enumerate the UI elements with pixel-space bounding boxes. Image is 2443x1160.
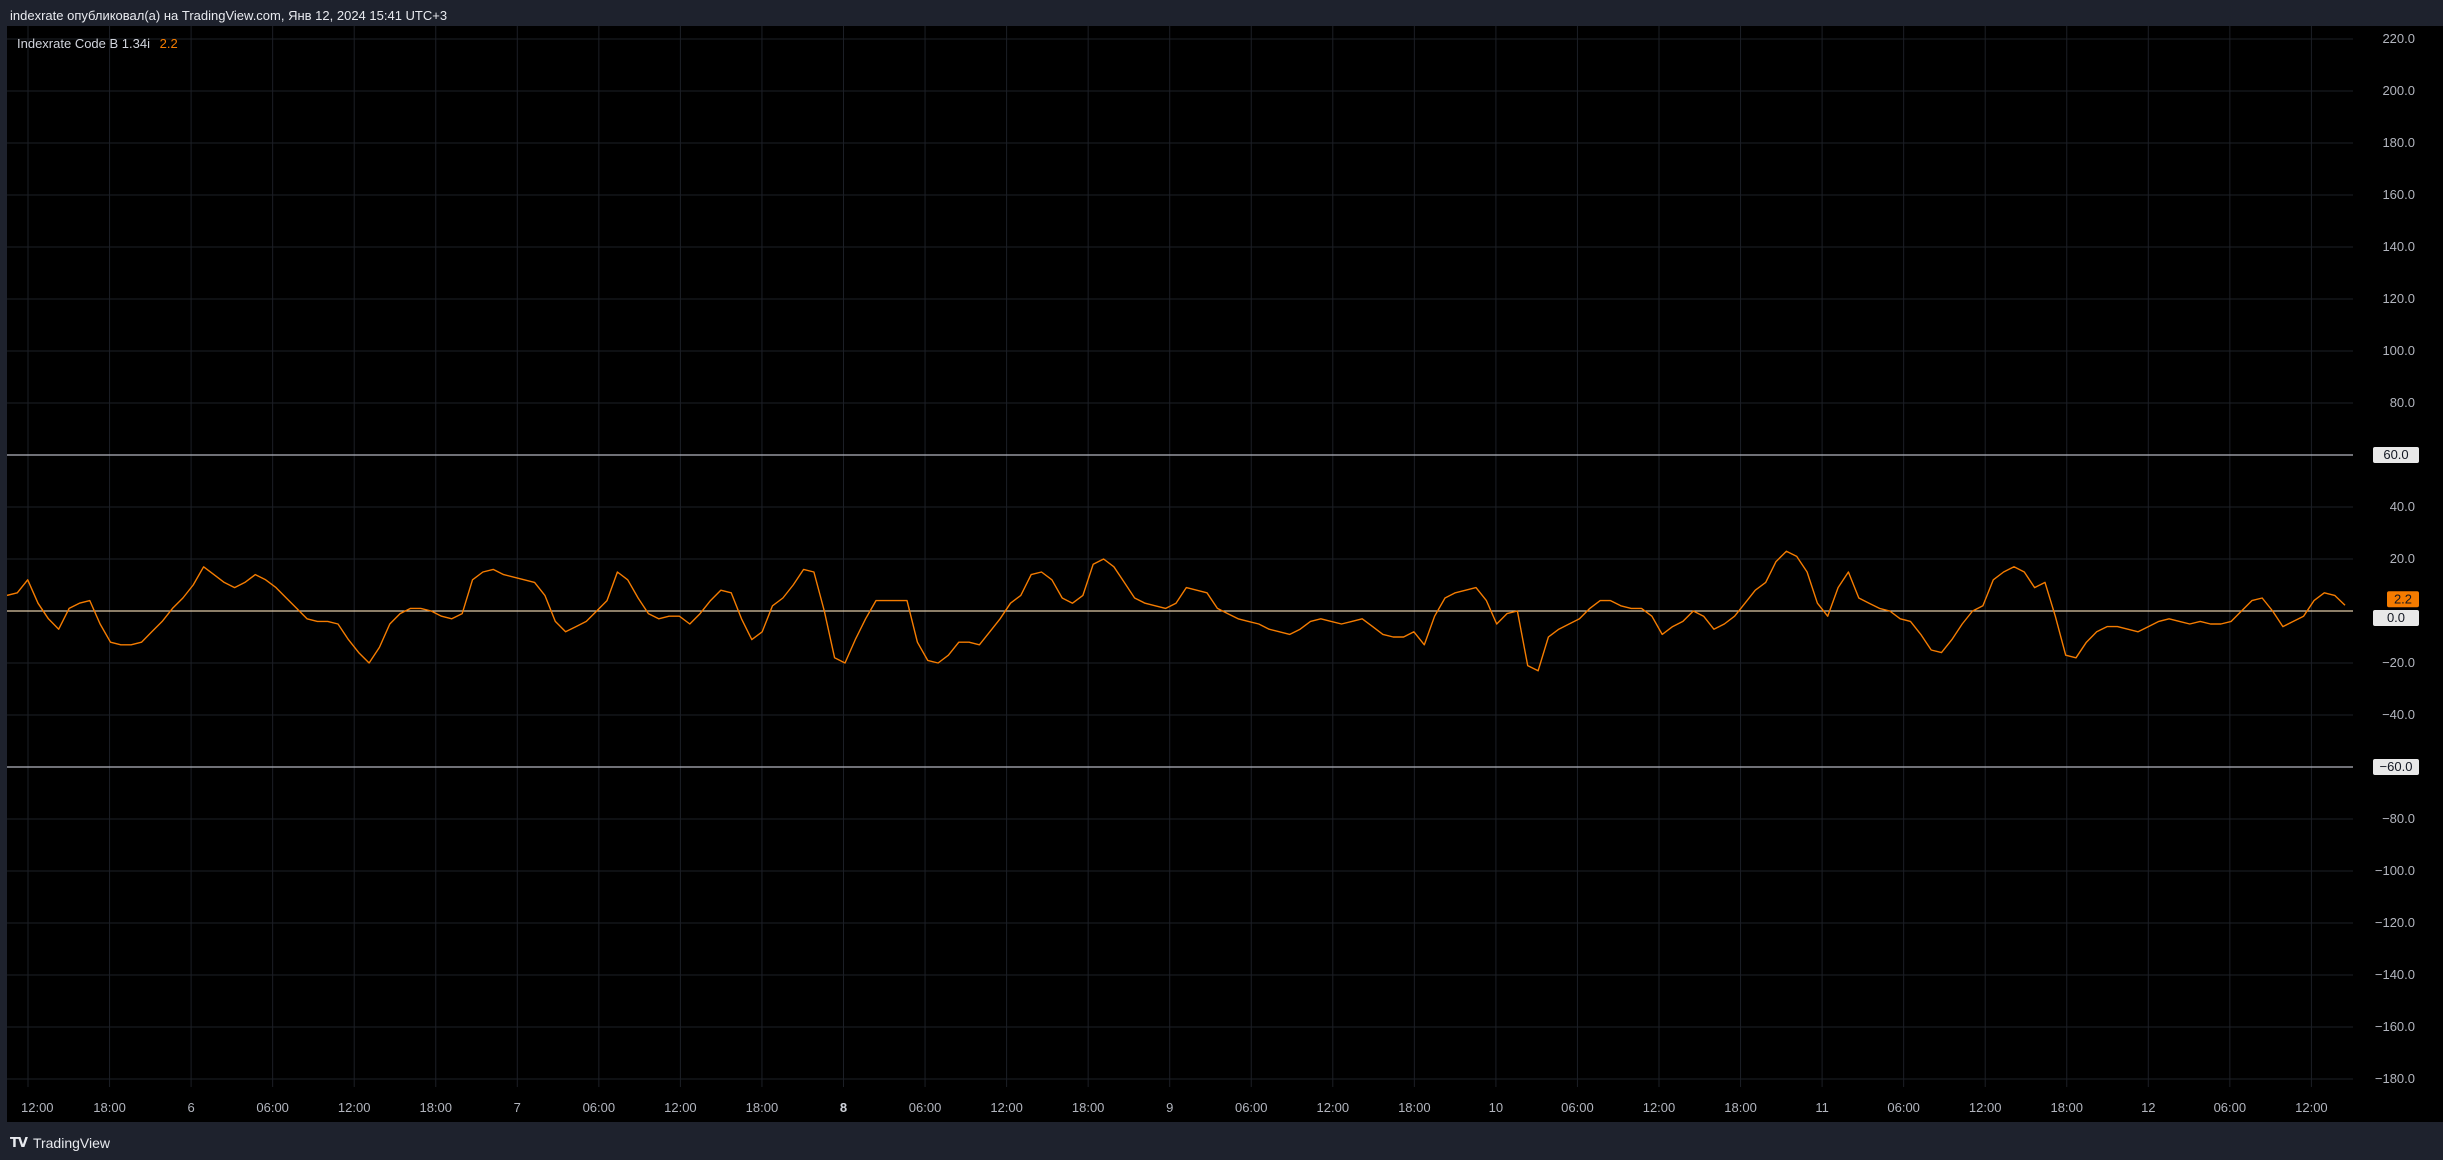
chart-area[interactable]: 220.0 200.0 180.0 160.0 140.0 120.0 100.0 80.0 4… <box>7 26 2443 1124</box>
publish-info: indexrate опубликовал(а) на TradingView.… <box>10 8 448 23</box>
y-tick-label: −120.0 <box>2375 915 2415 930</box>
x-tick-label: 18:00 <box>93 1100 126 1115</box>
y-tick-label: 220.0 <box>2382 31 2415 46</box>
brand-name: TradingView <box>32 1135 110 1151</box>
x-tick-label: 18:00 <box>1398 1100 1431 1115</box>
y-tick-label: −180.0 <box>2375 1071 2415 1086</box>
x-tick-label: 06:00 <box>1887 1100 1920 1115</box>
x-tick-label: 06:00 <box>583 1100 616 1115</box>
x-tick-label: 06:00 <box>256 1100 289 1115</box>
x-tick-label: 10 <box>1489 1100 1503 1115</box>
tradingview-logo-icon: TV <box>10 1135 28 1151</box>
x-tick-label: 18:00 <box>2050 1100 2083 1115</box>
y-tick-label: 120.0 <box>2382 291 2415 306</box>
y-tick-label: 200.0 <box>2382 83 2415 98</box>
x-tick-label: 18:00 <box>1072 1100 1105 1115</box>
x-tick-label: 12:00 <box>664 1100 697 1115</box>
y-tick-label: −80.0 <box>2382 811 2415 826</box>
y-tick-label: 100.0 <box>2382 343 2415 358</box>
x-tick-label: 11 <box>1815 1100 1829 1115</box>
x-tick-label: 12:00 <box>990 1100 1023 1115</box>
y-tick-label: −40.0 <box>2382 707 2415 722</box>
indicator-value: 2.2 <box>159 36 178 51</box>
indicator-name: Indexrate Code B 1.34i <box>17 36 150 51</box>
footer-bar: TV TradingView <box>0 1124 2443 1160</box>
y-tick-label: −100.0 <box>2375 863 2415 878</box>
last-value-label: 2.2 <box>2394 591 2412 606</box>
y-tick-label: 80.0 <box>2390 395 2415 410</box>
tradingview-brand[interactable]: TV TradingView <box>10 1135 110 1151</box>
indicator-legend[interactable]: Indexrate Code B 1.34i 2.2 <box>17 36 178 51</box>
y-tick-label: −140.0 <box>2375 967 2415 982</box>
x-tick-label: 06:00 <box>1561 1100 1594 1115</box>
level-label: −60.0 <box>2380 759 2413 774</box>
x-tick-label: 12:00 <box>21 1100 54 1115</box>
y-tick-label: −160.0 <box>2375 1019 2415 1034</box>
publish-header: indexrate опубликовал(а) на TradingView.… <box>0 0 2443 28</box>
x-tick-label: 9 <box>1166 1100 1173 1115</box>
y-tick-label: 20.0 <box>2390 551 2415 566</box>
x-tick-label: 6 <box>187 1100 194 1115</box>
x-tick-label: 06:00 <box>909 1100 942 1115</box>
y-tick-label: 40.0 <box>2390 499 2415 514</box>
level-label: 60.0 <box>2383 447 2408 462</box>
x-tick-label: 12:00 <box>2295 1100 2328 1115</box>
x-tick-label: 18:00 <box>746 1100 779 1115</box>
x-tick-label: 18:00 <box>1724 1100 1757 1115</box>
x-tick-label: 8 <box>840 1100 847 1115</box>
indicator-chart[interactable]: 220.0200.0180.0160.0140.0120.0100.080.04… <box>7 26 2443 1124</box>
y-tick-label: −20.0 <box>2382 655 2415 670</box>
x-tick-label: 18:00 <box>419 1100 452 1115</box>
x-tick-label: 12:00 <box>1969 1100 2002 1115</box>
x-tick-label: 7 <box>514 1100 521 1115</box>
y-tick-label: 140.0 <box>2382 239 2415 254</box>
x-tick-label: 12:00 <box>1317 1100 1350 1115</box>
x-tick-label: 06:00 <box>2214 1100 2247 1115</box>
x-tick-label: 12:00 <box>338 1100 371 1115</box>
x-tick-label: 12:00 <box>1643 1100 1676 1115</box>
x-tick-label: 12 <box>2141 1100 2155 1115</box>
x-tick-label: 06:00 <box>1235 1100 1268 1115</box>
y-tick-label: 180.0 <box>2382 135 2415 150</box>
level-label: 0.0 <box>2387 610 2405 625</box>
y-tick-label: 160.0 <box>2382 187 2415 202</box>
